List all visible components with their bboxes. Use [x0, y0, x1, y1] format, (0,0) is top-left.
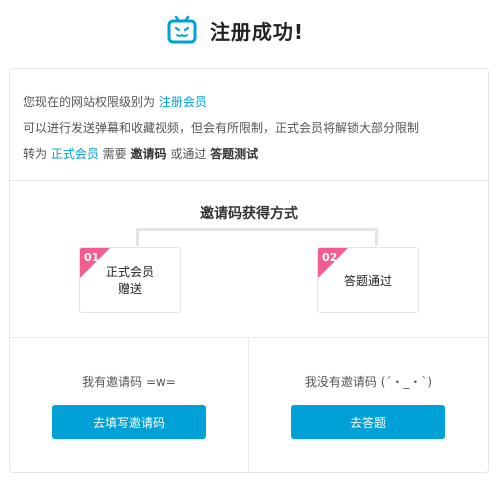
invite-code-emphasis: 邀请码 [130, 147, 167, 161]
method-item-official-gift: 01 正式会员 赠送 [79, 247, 181, 313]
tv-icon [167, 15, 197, 44]
actions: 我有邀请码 =w= 去填写邀请码 我没有邀请码 (´・_・`) 去答题 [10, 338, 488, 473]
registered-member-link[interactable]: 注册会员 [159, 95, 207, 109]
method-label: 正式会员 赠送 [80, 264, 180, 298]
page: 注册成功! 您现在的网站权限级别为 注册会员 可以进行发送弹幕和收藏视频，但会有… [0, 0, 500, 480]
info-line-1: 您现在的网站权限级别为 注册会员 [23, 89, 475, 115]
info-line-3-prefix: 转为 [23, 147, 51, 161]
method-item-quiz: 02 答题通过 [317, 247, 419, 313]
permission-info: 您现在的网站权限级别为 注册会员 可以进行发送弹幕和收藏视频，但会有所限制，正式… [10, 69, 488, 181]
method-number: 02 [322, 251, 338, 264]
fill-invite-code-button[interactable]: 去填写邀请码 [52, 405, 206, 439]
invite-methods: 邀请码获得方式 01 正式会员 赠送 02 答题通过 [10, 181, 488, 338]
have-code-text: 我有邀请码 =w= [82, 375, 176, 389]
have-code-column: 我有邀请码 =w= 去填写邀请码 [10, 338, 249, 473]
take-quiz-button[interactable]: 去答题 [291, 405, 445, 439]
header: 注册成功! [0, 10, 500, 50]
page-title: 注册成功! [209, 19, 305, 44]
method-label: 答题通过 [318, 273, 418, 290]
quiz-test-emphasis: 答题测试 [210, 147, 259, 161]
info-line-2: 可以进行发送弹幕和收藏视频，但会有所限制，正式会员将解锁大部分限制 [23, 121, 420, 135]
official-member-link[interactable]: 正式会员 [51, 147, 99, 161]
method-number: 01 [84, 251, 100, 264]
method-label-line2: 赠送 [117, 282, 142, 296]
result-card: 您现在的网站权限级别为 注册会员 可以进行发送弹幕和收藏视频，但会有所限制，正式… [9, 68, 489, 473]
methods-connector [136, 228, 378, 246]
method-label-line1: 正式会员 [105, 265, 154, 279]
method-label-line1: 答题通过 [343, 274, 392, 288]
info-line-1-text: 您现在的网站权限级别为 [23, 95, 159, 109]
methods-title: 邀请码获得方式 [200, 206, 298, 222]
info-line-3-mid2: 或通过 [166, 147, 211, 161]
info-line-3-mid1: 需要 [98, 147, 131, 161]
no-code-column: 我没有邀请码 (´・_・`) 去答题 [249, 338, 488, 473]
no-code-text: 我没有邀请码 (´・_・`) [304, 375, 433, 389]
info-line-3: 转为 正式会员 需要 邀请码 或通过 答题测试 [23, 141, 475, 167]
